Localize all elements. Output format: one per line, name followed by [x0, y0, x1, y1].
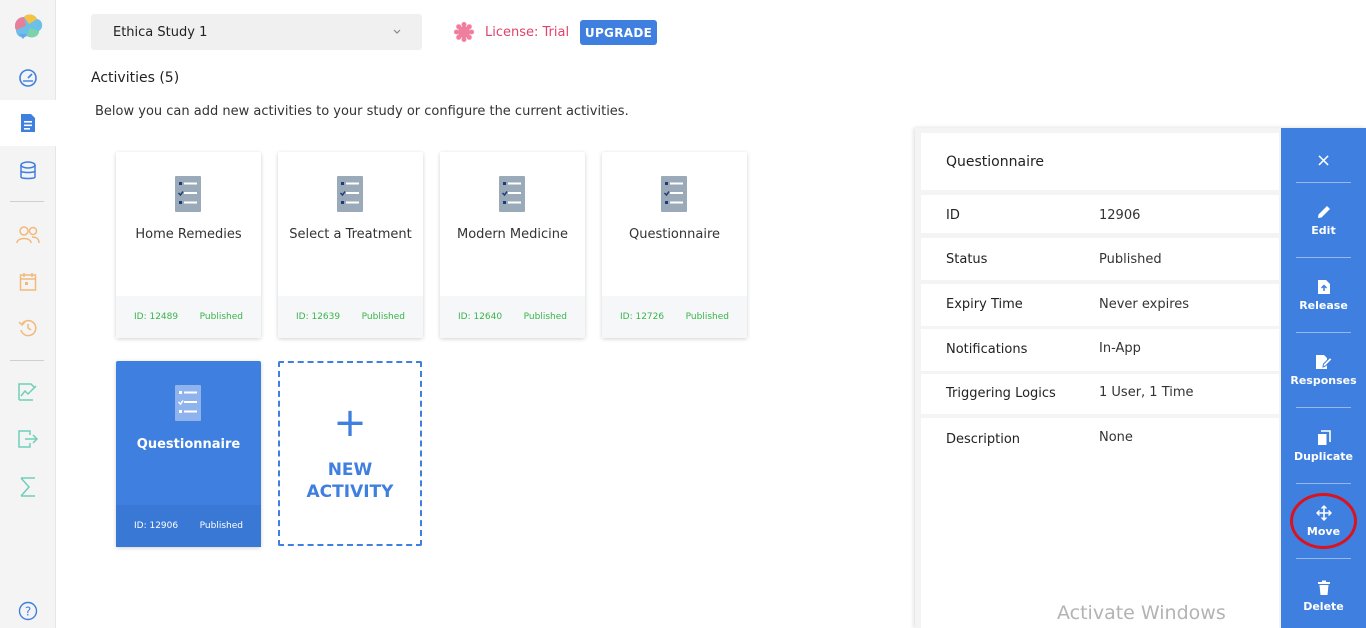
- plus-icon: +: [333, 400, 367, 446]
- activity-card-status: Published: [199, 521, 243, 531]
- history-icon[interactable]: [0, 305, 56, 351]
- activity-card-status: Published: [199, 312, 243, 322]
- delete-label: Delete: [1303, 600, 1344, 613]
- detail-key: Description: [946, 432, 1021, 447]
- detail-value: 1 User, 1 Time: [1099, 385, 1194, 400]
- activity-card-status: Published: [685, 312, 729, 322]
- activity-card-selected[interactable]: Questionnaire ID: 12906 Published: [116, 361, 261, 547]
- chevron-down-icon: [393, 29, 401, 34]
- duplicate-label: Duplicate: [1293, 450, 1354, 463]
- detail-value: 12906: [1099, 208, 1141, 223]
- new-activity-line1: NEW: [327, 460, 373, 480]
- activities-nav-icon[interactable]: [0, 100, 56, 146]
- upgrade-button[interactable]: UPGRADE: [580, 20, 657, 45]
- participants-icon[interactable]: [0, 212, 56, 258]
- move-highlight-ring: [1290, 493, 1357, 549]
- copy-icon: [1317, 430, 1331, 445]
- activity-card-title: Questionnaire: [628, 227, 721, 242]
- duplicate-button[interactable]: Duplicate: [1281, 430, 1366, 463]
- activity-card-title: Questionnaire: [136, 437, 241, 452]
- detail-row-triggering: Triggering Logics 1 User, 1 Time: [921, 374, 1279, 414]
- activity-card[interactable]: Questionnaire ID: 12726 Published: [602, 152, 747, 338]
- activity-card-id: ID: 12726: [620, 312, 665, 322]
- activities-title: Activities (5): [91, 70, 180, 86]
- detail-row-expiry: Expiry Time Never expires: [921, 284, 1279, 326]
- detail-key: Status: [946, 252, 988, 267]
- release-label: Release: [1299, 299, 1348, 312]
- responses-label: Responses: [1290, 374, 1357, 387]
- help-icon[interactable]: ?: [0, 588, 56, 628]
- detail-value: Published: [1099, 252, 1162, 267]
- detail-key: Notifications: [946, 342, 1028, 357]
- analytics-icon[interactable]: [0, 369, 56, 415]
- activity-card[interactable]: Modern Medicine ID: 12640 Published: [440, 152, 585, 338]
- delete-button[interactable]: Delete: [1281, 580, 1366, 613]
- activity-card-status: Published: [361, 312, 405, 322]
- activity-card-id: ID: 12640: [458, 312, 503, 322]
- questionnaire-icon: [661, 176, 687, 212]
- questionnaire-icon: [499, 176, 525, 212]
- activity-card-footer: ID: 12639 Published: [278, 296, 423, 338]
- responses-button[interactable]: Responses: [1281, 354, 1366, 387]
- questionnaire-icon: [175, 385, 201, 421]
- detail-key: Expiry Time: [946, 297, 1023, 312]
- database-icon[interactable]: [0, 148, 56, 194]
- questionnaire-icon: [175, 176, 201, 212]
- activity-card[interactable]: Home Remedies ID: 12489 Published: [116, 152, 261, 338]
- sidebar: ?: [0, 0, 56, 628]
- detail-value: In-App: [1099, 341, 1141, 356]
- calendar-icon[interactable]: [0, 259, 56, 305]
- study-name: Ethica Study 1: [113, 24, 208, 40]
- close-icon: ×: [1315, 150, 1332, 171]
- activity-card-id: ID: 12489: [134, 312, 179, 322]
- formula-icon[interactable]: [0, 464, 56, 510]
- detail-value: None: [1099, 430, 1133, 445]
- activity-card-footer: ID: 12489 Published: [116, 296, 261, 338]
- pencil-icon: [1317, 206, 1330, 218]
- edit-label: Edit: [1311, 224, 1336, 237]
- dashboard-icon[interactable]: [0, 54, 56, 100]
- file-upload-icon: [1317, 280, 1330, 294]
- study-select[interactable]: Ethica Study 1: [91, 14, 422, 50]
- close-button[interactable]: ×: [1281, 150, 1366, 171]
- detail-row-notifications: Notifications In-App: [921, 329, 1279, 371]
- detail-key: ID: [946, 208, 960, 223]
- release-button[interactable]: Release: [1281, 279, 1366, 312]
- activity-card-title: Modern Medicine: [457, 227, 568, 242]
- detail-value: Never expires: [1099, 297, 1190, 312]
- activity-card-title: Select a Treatment: [289, 227, 412, 242]
- activity-card[interactable]: Select a Treatment ID: 12639 Published: [278, 152, 423, 338]
- activity-card-id: ID: 12639: [296, 312, 341, 322]
- license-badge-icon: [454, 22, 474, 42]
- detail-row-description: Description None: [921, 418, 1279, 628]
- new-activity-button[interactable]: + NEW ACTIVITY: [278, 361, 422, 546]
- activity-card-id: ID: 12906: [134, 521, 179, 531]
- activity-card-status: Published: [523, 312, 567, 322]
- activate-windows-watermark: Activate Windows: [1057, 602, 1226, 624]
- export-icon[interactable]: [0, 416, 56, 462]
- file-edit-icon: [1315, 355, 1333, 369]
- detail-title: Questionnaire: [921, 133, 1279, 190]
- activity-card-title: Home Remedies: [135, 227, 242, 242]
- detail-key: Triggering Logics: [946, 386, 1056, 401]
- activity-card-footer: ID: 12726 Published: [602, 296, 747, 338]
- detail-row-status: Status Published: [921, 238, 1279, 280]
- activities-description: Below you can add new activities to your…: [95, 104, 629, 119]
- activity-card-footer: ID: 12640 Published: [440, 296, 585, 338]
- action-bar: × Edit Release Responses Duplicate Move …: [1281, 128, 1366, 628]
- activity-card-footer: ID: 12906 Published: [116, 505, 261, 547]
- svg-text:?: ?: [25, 605, 31, 619]
- app-logo[interactable]: [0, 4, 56, 50]
- trash-icon: [1317, 580, 1330, 595]
- license-status: License: Trial: [453, 21, 569, 43]
- new-activity-line2: ACTIVITY: [306, 482, 394, 502]
- new-activity-label: NEW ACTIVITY: [280, 459, 420, 503]
- questionnaire-icon: [337, 176, 363, 212]
- edit-button[interactable]: Edit: [1281, 204, 1366, 237]
- license-text: License: Trial: [485, 24, 570, 40]
- detail-row-id: ID 12906: [921, 195, 1279, 233]
